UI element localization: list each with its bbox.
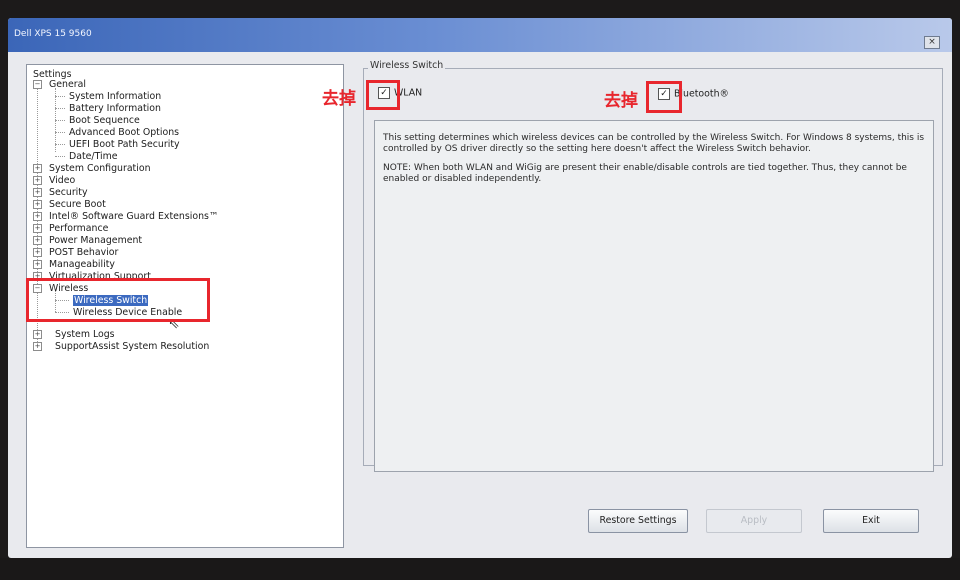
close-icon[interactable]: ×	[924, 36, 940, 49]
collapse-icon[interactable]: −	[33, 80, 42, 89]
title-bar: Dell XPS 15 9560 ×	[8, 18, 952, 52]
tree-item-security[interactable]: Security	[49, 187, 88, 198]
tree-item-system-configuration[interactable]: System Configuration	[49, 163, 151, 174]
window-title: Dell XPS 15 9560	[14, 29, 92, 39]
expand-icon[interactable]: +	[33, 176, 42, 185]
tree-item-uefi-boot-path-security[interactable]: UEFI Boot Path Security	[69, 139, 180, 150]
group-title: Wireless Switch	[368, 60, 446, 71]
annotation-box-wlan	[366, 80, 400, 110]
tree-item-intel-sgx[interactable]: Intel® Software Guard Extensions™	[49, 211, 218, 222]
expand-icon[interactable]: +	[33, 224, 42, 233]
exit-button[interactable]: Exit	[823, 509, 919, 533]
expand-icon[interactable]: +	[33, 200, 42, 209]
restore-settings-button[interactable]: Restore Settings	[588, 509, 688, 533]
bluetooth-label: Bluetooth®	[674, 88, 729, 100]
tree-item-boot-sequence[interactable]: Boot Sequence	[69, 115, 140, 126]
annotation-label-wlan: 去掉	[322, 89, 356, 109]
tree-item-advanced-boot-options[interactable]: Advanced Boot Options	[69, 127, 179, 138]
help-description: This setting determines which wireless d…	[374, 120, 934, 472]
expand-icon[interactable]: +	[33, 342, 42, 351]
expand-icon[interactable]: +	[33, 188, 42, 197]
annotation-box-wireless-tree	[26, 278, 210, 322]
expand-icon[interactable]: +	[33, 164, 42, 173]
expand-icon[interactable]: +	[33, 260, 42, 269]
expand-icon[interactable]: +	[33, 212, 42, 221]
note-text: NOTE: When both WLAN and WiGig are prese…	[383, 163, 907, 184]
tree-item-secure-boot[interactable]: Secure Boot	[49, 199, 106, 210]
laptop-bezel	[0, 558, 960, 580]
tree-item-supportassist[interactable]: SupportAssist System Resolution	[55, 341, 209, 352]
description-text: This setting determines which wireless d…	[383, 133, 925, 154]
tree-item-power-management[interactable]: Power Management	[49, 235, 142, 246]
tree-item-performance[interactable]: Performance	[49, 223, 108, 234]
tree-item-manageability[interactable]: Manageability	[49, 259, 115, 270]
expand-icon[interactable]: +	[33, 248, 42, 257]
apply-button[interactable]: Apply	[706, 509, 802, 533]
tree-item-battery-information[interactable]: Battery Information	[69, 103, 161, 114]
expand-icon[interactable]: +	[33, 236, 42, 245]
annotation-box-bluetooth	[646, 81, 682, 113]
tree-item-video[interactable]: Video	[49, 175, 75, 186]
tree-item-system-logs[interactable]: System Logs	[55, 329, 115, 340]
tree-item-post-behavior[interactable]: POST Behavior	[49, 247, 118, 258]
expand-icon[interactable]: +	[33, 330, 42, 339]
tree-item-date-time[interactable]: Date/Time	[69, 151, 118, 162]
tree-item-system-information[interactable]: System Information	[69, 91, 161, 102]
tree-item-general[interactable]: General	[49, 79, 86, 90]
annotation-label-bluetooth: 去掉	[604, 91, 638, 111]
